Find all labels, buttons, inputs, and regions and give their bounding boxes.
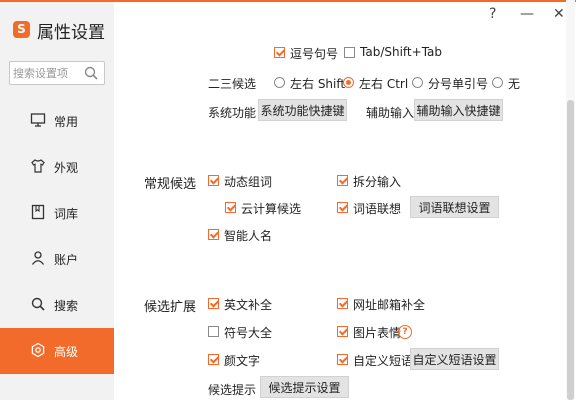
tab-shift-checkbox[interactable]	[344, 47, 355, 58]
split-input-checkbox[interactable]	[337, 175, 348, 186]
aux-input-label: 辅助输入	[366, 106, 415, 120]
sidebar-item-dictionary[interactable]: 词库	[0, 190, 114, 236]
radio-shift-label: 左右 Shift	[290, 77, 346, 91]
cloud-candidate-label: 云计算候选	[241, 202, 302, 216]
radio-none-label: 无	[508, 77, 521, 91]
sidebar: S 属性设置 常用 外观 词库 账户	[0, 2, 114, 400]
smart-names-label: 智能人名	[224, 229, 273, 243]
radio-shift[interactable]	[274, 77, 285, 88]
gear-icon	[31, 342, 45, 358]
system-function-label: 系统功能	[208, 106, 257, 120]
sidebar-item-label: 常用	[54, 115, 79, 129]
minimize-button[interactable]: —	[520, 6, 534, 22]
search-icon[interactable]	[83, 65, 99, 81]
search-icon	[31, 297, 45, 311]
sidebar-item-label: 词库	[54, 207, 79, 221]
radio-none[interactable]	[492, 77, 503, 88]
sidebar-item-label: 高级	[54, 345, 79, 359]
radio-ctrl[interactable]	[343, 77, 354, 88]
url-email-label: 网址邮箱补全	[353, 298, 426, 312]
aux-shortcut-button[interactable]: 辅助输入快捷键	[414, 99, 503, 121]
section-title-expand: 候选扩展	[144, 300, 197, 315]
search-input[interactable]	[13, 65, 85, 81]
dynamic-words-label: 动态组词	[224, 175, 273, 189]
candidate-hint-settings-button[interactable]: 候选提示设置	[260, 376, 349, 398]
picture-emoji-label: 图片表情	[353, 326, 402, 340]
split-input-label: 拆分输入	[353, 175, 402, 189]
system-shortcut-button[interactable]: 系统功能快捷键	[258, 99, 347, 121]
custom-phrase-checkbox[interactable]	[337, 354, 348, 365]
sidebar-item-account[interactable]: 账户	[0, 236, 114, 282]
comma-period-checkbox[interactable]	[274, 47, 285, 58]
comma-period-label: 逗号句号	[290, 47, 339, 61]
sidebar-item-common[interactable]: 常用	[0, 98, 114, 144]
english-complete-checkbox[interactable]	[208, 298, 219, 309]
word-assoc-checkbox[interactable]	[337, 202, 348, 213]
candidate-hint-label: 候选提示	[208, 383, 257, 397]
word-assoc-label: 词语联想	[353, 202, 402, 216]
help-button[interactable]: ?	[489, 6, 496, 22]
tab-shift-label: Tab/Shift+Tab	[360, 45, 443, 59]
sidebar-item-advanced[interactable]: 高级	[0, 328, 114, 374]
monitor-icon	[30, 113, 46, 127]
dynamic-words-checkbox[interactable]	[208, 175, 219, 186]
close-button[interactable]: ✕	[553, 6, 565, 22]
symbols-checkbox[interactable]	[208, 326, 219, 337]
custom-phrase-label: 自定义短语	[353, 354, 414, 368]
url-email-checkbox[interactable]	[337, 298, 348, 309]
english-complete-label: 英文补全	[224, 298, 273, 312]
picture-emoji-checkbox[interactable]	[337, 326, 348, 337]
scrollbar-thumb[interactable]	[567, 100, 574, 400]
smart-names-checkbox[interactable]	[208, 229, 219, 240]
radio-semicolon[interactable]	[412, 77, 423, 88]
custom-phrase-settings-button[interactable]: 自定义短语设置	[410, 348, 499, 370]
picture-help-icon[interactable]: ?	[398, 325, 412, 339]
sidebar-item-label: 外观	[54, 161, 79, 175]
section-title-common: 常规候选	[144, 177, 197, 192]
user-icon	[31, 251, 45, 265]
emoticon-label: 颜文字	[224, 354, 261, 368]
sidebar-item-label: 账户	[54, 253, 79, 267]
cloud-candidate-checkbox[interactable]	[225, 202, 236, 213]
sidebar-item-appearance[interactable]: 外观	[0, 144, 114, 190]
book-icon	[31, 204, 45, 220]
sidebar-item-label: 搜索	[54, 299, 79, 313]
search-box	[9, 61, 105, 85]
emoticon-checkbox[interactable]	[208, 354, 219, 365]
app-title: 属性设置	[37, 23, 105, 43]
symbols-label: 符号大全	[224, 326, 273, 340]
word-assoc-settings-button[interactable]: 词语联想设置	[410, 196, 499, 218]
radio-ctrl-label: 左右 Ctrl	[359, 77, 409, 91]
second-third-label: 二三候选	[208, 77, 257, 91]
shirt-icon	[31, 159, 45, 173]
radio-semicolon-label: 分号单引号	[428, 77, 489, 91]
sidebar-item-search[interactable]: 搜索	[0, 282, 114, 328]
app-logo: S	[13, 21, 30, 38]
